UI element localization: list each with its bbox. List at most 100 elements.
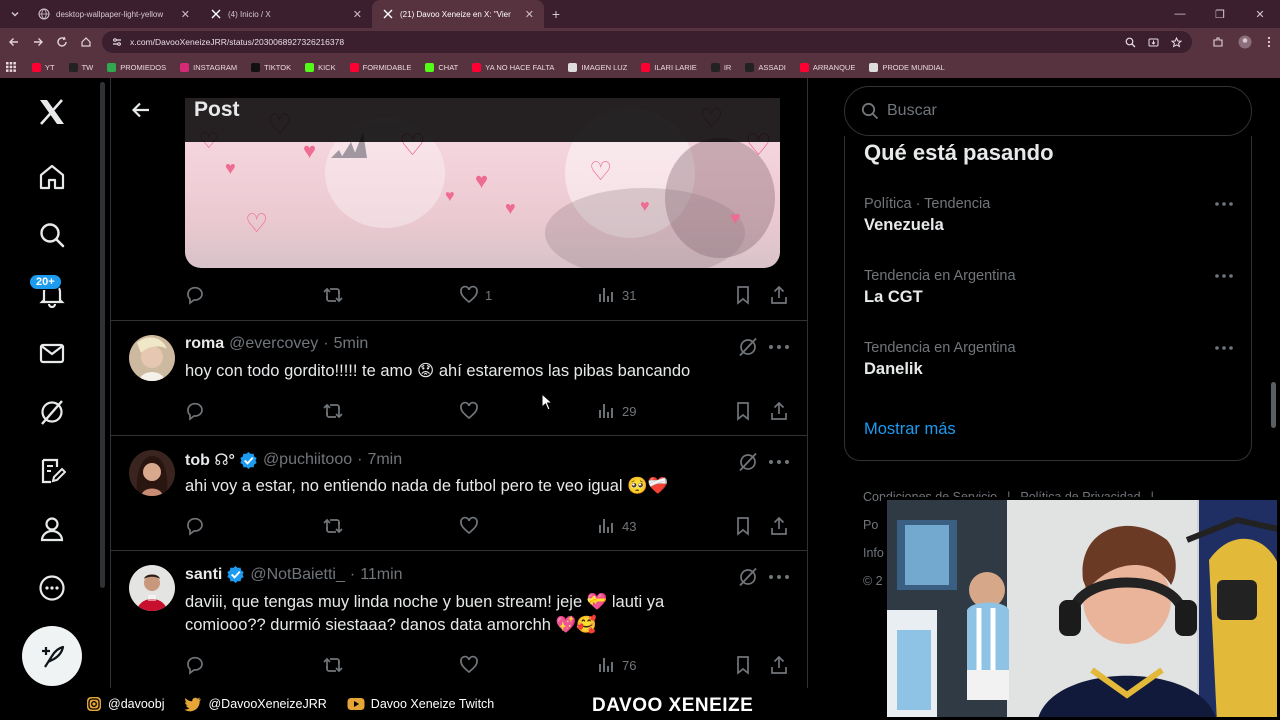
- views-button[interactable]: 76: [596, 655, 636, 675]
- bookmark-button[interactable]: [733, 285, 753, 305]
- user-name[interactable]: tob ☊°: [185, 450, 235, 470]
- forward-button[interactable]: [26, 30, 50, 54]
- extensions-icon[interactable]: [1212, 36, 1224, 48]
- repost-button[interactable]: [322, 516, 344, 536]
- bookmark-item[interactable]: KICK: [305, 62, 336, 72]
- verified-badge-icon[interactable]: [239, 451, 258, 470]
- share-button[interactable]: [769, 516, 789, 536]
- apps-grid-icon[interactable]: [6, 62, 16, 72]
- close-icon[interactable]: ✕: [181, 8, 190, 21]
- bookmark-item[interactable]: YT: [32, 62, 55, 72]
- more-horizontal-icon[interactable]: [767, 454, 791, 470]
- close-icon[interactable]: ✕: [525, 8, 534, 21]
- bookmark-item[interactable]: TW: [68, 62, 93, 72]
- tab-search-button[interactable]: [2, 4, 28, 24]
- browser-tab-2[interactable]: (4) Inicio / X ✕: [200, 0, 372, 28]
- avatar[interactable]: [129, 335, 175, 381]
- grok-icon[interactable]: [738, 452, 758, 472]
- nav-grok[interactable]: [36, 396, 68, 428]
- zoom-icon[interactable]: [1125, 37, 1136, 48]
- reload-button[interactable]: [50, 30, 74, 54]
- more-horizontal-icon[interactable]: [767, 569, 791, 585]
- nav-home[interactable]: [36, 161, 68, 193]
- bookmark-button[interactable]: [733, 401, 753, 421]
- star-icon[interactable]: [1171, 36, 1182, 48]
- site-info-icon[interactable]: [112, 37, 122, 47]
- post-time[interactable]: 5min: [334, 335, 369, 353]
- browser-tab-1[interactable]: desktop-wallpaper-light-yellow ✕: [28, 0, 200, 28]
- bookmark-item[interactable]: YA NO HACE FALTA: [472, 62, 554, 72]
- menu-dots-vertical-icon[interactable]: [1266, 36, 1272, 48]
- more-horizontal-icon[interactable]: [1214, 342, 1234, 354]
- repost-button[interactable]: [322, 285, 344, 305]
- close-icon[interactable]: ✕: [353, 8, 362, 21]
- bookmark-item[interactable]: IR: [710, 62, 731, 72]
- nav-profile[interactable]: [36, 513, 68, 545]
- like-button[interactable]: [459, 655, 479, 675]
- show-more-link[interactable]: Mostrar más: [864, 420, 956, 439]
- bookmark-item[interactable]: CHAT: [425, 62, 458, 72]
- bookmark-button[interactable]: [733, 516, 753, 536]
- bookmark-item[interactable]: ASSADI: [745, 62, 786, 72]
- share-button[interactable]: [769, 285, 789, 305]
- install-app-icon[interactable]: [1148, 37, 1159, 48]
- bookmark-item[interactable]: IMAGEN LUZ: [568, 62, 627, 72]
- verified-badge-icon[interactable]: [226, 565, 245, 584]
- compose-post-button[interactable]: [22, 626, 82, 686]
- bookmark-item[interactable]: PRODE MUNDIAL: [869, 62, 945, 72]
- reply-button[interactable]: [185, 401, 205, 421]
- minimize-icon[interactable]: —: [1160, 0, 1200, 28]
- nav-messages[interactable]: [36, 337, 68, 369]
- bookmark-item[interactable]: TIKTOK: [251, 62, 291, 72]
- grok-icon[interactable]: [738, 337, 758, 357]
- nav-articles[interactable]: [36, 455, 68, 487]
- close-window-icon[interactable]: ✕: [1240, 0, 1280, 28]
- user-name[interactable]: roma: [185, 335, 224, 353]
- more-horizontal-icon[interactable]: [1214, 270, 1234, 282]
- avatar[interactable]: [129, 450, 175, 496]
- browser-tab-3-active[interactable]: (21) Davoo Xeneize en X: "Vier ✕: [372, 0, 544, 28]
- trend-item[interactable]: Tendencia en Argentina Danelik: [864, 340, 1234, 379]
- reply-button[interactable]: [185, 655, 205, 675]
- post-time[interactable]: 11min: [360, 566, 402, 584]
- more-horizontal-icon[interactable]: [1214, 198, 1234, 210]
- search-input[interactable]: Buscar: [844, 86, 1252, 136]
- post-time[interactable]: 7min: [367, 451, 402, 469]
- bookmark-item[interactable]: ARRANQUE: [799, 62, 855, 72]
- home-button[interactable]: [74, 30, 98, 54]
- user-handle[interactable]: @evercovey: [229, 335, 318, 353]
- user-handle[interactable]: @puchiitooo: [263, 451, 352, 469]
- new-tab-button[interactable]: +: [544, 6, 568, 22]
- like-button[interactable]: [459, 516, 479, 536]
- bookmark-button[interactable]: [733, 655, 753, 675]
- profile-avatar-icon[interactable]: [1238, 35, 1252, 49]
- more-horizontal-icon[interactable]: [767, 339, 791, 355]
- nav-more[interactable]: [36, 572, 68, 604]
- repost-button[interactable]: [322, 655, 344, 675]
- user-handle[interactable]: @NotBaietti_: [250, 566, 345, 584]
- views-button[interactable]: 43: [596, 516, 636, 536]
- right-scrollbar[interactable]: [1271, 382, 1276, 428]
- back-button[interactable]: [125, 94, 157, 126]
- trend-item[interactable]: Tendencia en Argentina La CGT: [864, 268, 1234, 307]
- like-button[interactable]: [459, 401, 479, 421]
- trend-item[interactable]: Política · Tendencia Venezuela: [864, 196, 1234, 235]
- reply-button[interactable]: [185, 285, 205, 305]
- left-scrollbar[interactable]: [100, 82, 105, 588]
- nav-explore[interactable]: [36, 219, 68, 251]
- bookmark-item[interactable]: FORMIDABLE: [349, 62, 411, 72]
- views-button[interactable]: 31: [596, 285, 636, 305]
- nav-x-logo[interactable]: [36, 96, 68, 128]
- share-button[interactable]: [769, 655, 789, 675]
- grok-icon[interactable]: [738, 567, 758, 587]
- reply-button[interactable]: [185, 516, 205, 536]
- bookmark-item[interactable]: ILARI LARIE: [641, 62, 697, 72]
- back-button[interactable]: [2, 30, 26, 54]
- views-button[interactable]: 29: [596, 401, 636, 421]
- bookmark-item[interactable]: INSTAGRAM: [180, 62, 237, 72]
- repost-button[interactable]: [322, 401, 344, 421]
- share-button[interactable]: [769, 401, 789, 421]
- like-button[interactable]: 1: [459, 285, 492, 305]
- user-name[interactable]: santi: [185, 566, 222, 584]
- restore-icon[interactable]: ❐: [1200, 0, 1240, 28]
